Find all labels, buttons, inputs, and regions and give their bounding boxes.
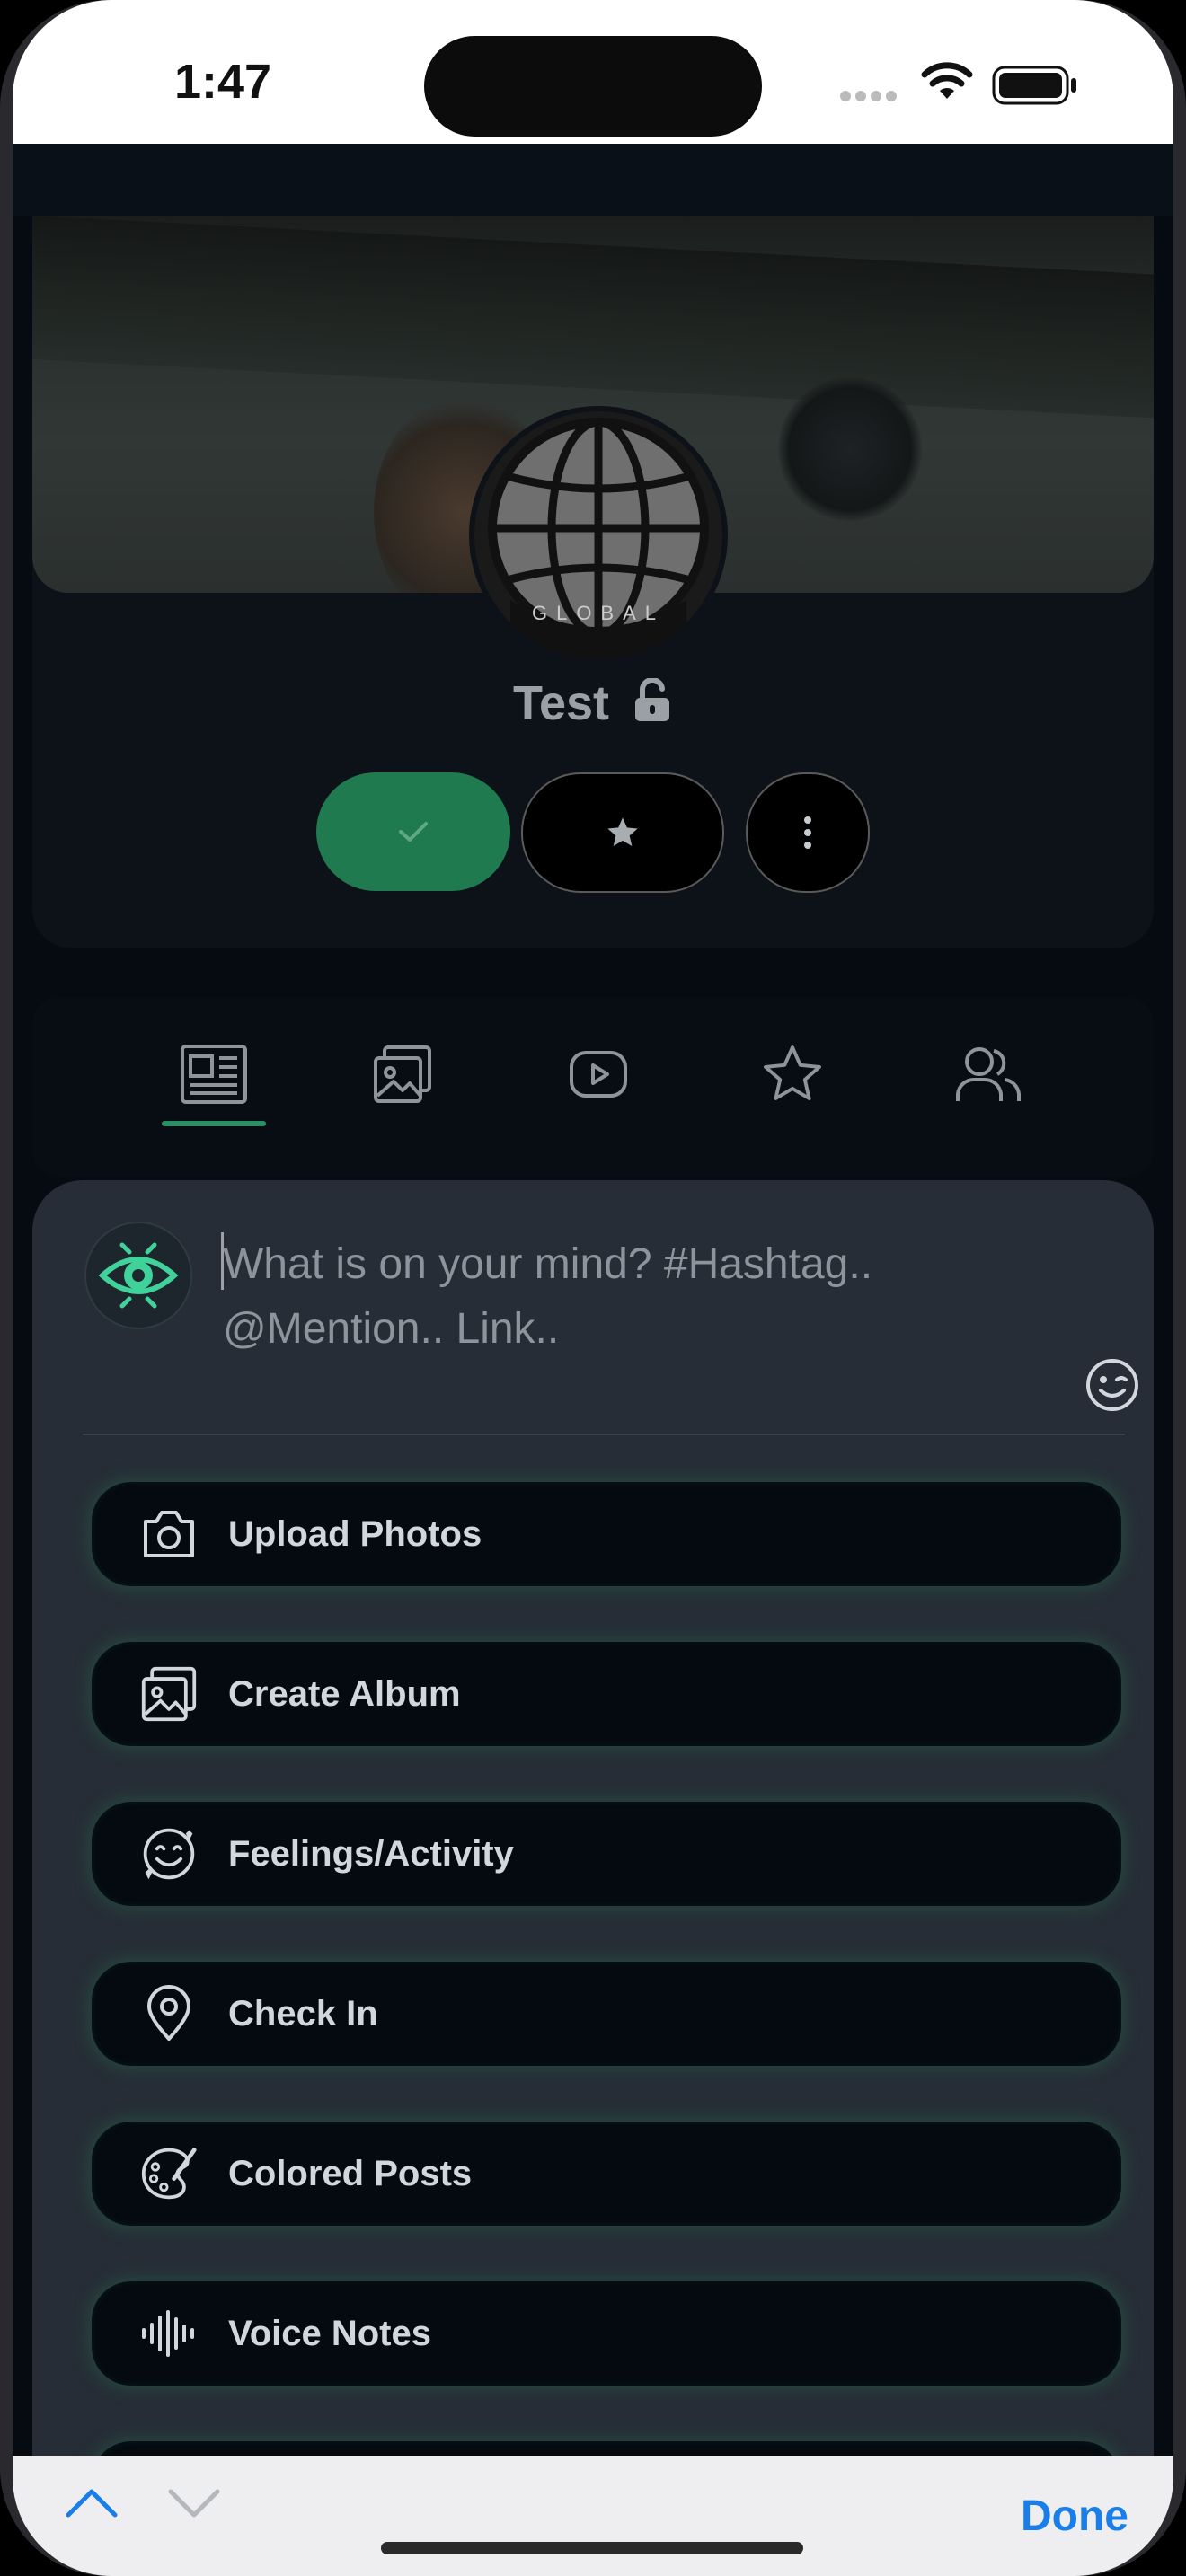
post-composer: What is on your mind? #Hashtag.. @Mentio… <box>32 1180 1154 2576</box>
composer-divider <box>83 1434 1125 1435</box>
tab-posts[interactable] <box>169 1029 259 1119</box>
colored-posts-label: Colored Posts <box>228 2154 473 2193</box>
more-vertical-icon <box>804 816 811 849</box>
home-indicator <box>381 2542 803 2554</box>
top-bar <box>13 144 1173 216</box>
feelings-activity-label: Feelings/Activity <box>228 1834 514 1874</box>
group-avatar[interactable]: GLOBAL <box>469 406 728 665</box>
tab-videos[interactable] <box>553 1029 643 1119</box>
create-album-label: Create Album <box>228 1674 461 1714</box>
signal-icon <box>840 91 897 101</box>
screen: 1:47 GLOBAL Test What is on your mind? #… <box>13 0 1173 2576</box>
device-frame: 1:47 GLOBAL Test What is on your mind? #… <box>0 0 1186 2576</box>
battery-icon <box>992 66 1076 105</box>
keyboard-toolbar: Done <box>13 2456 1173 2576</box>
wink-emoji-icon <box>1086 1359 1138 1411</box>
palette-icon <box>140 2145 198 2202</box>
status-time: 1:47 <box>174 55 272 109</box>
tab-members[interactable] <box>943 1029 1033 1119</box>
favorite-button[interactable] <box>521 772 724 893</box>
smile-icon <box>140 1825 198 1883</box>
post-input[interactable]: What is on your mind? #Hashtag.. @Mentio… <box>223 1232 1031 1362</box>
user-avatar[interactable] <box>84 1222 192 1329</box>
check-icon <box>399 822 428 842</box>
audio-wave-icon <box>140 2305 198 2362</box>
check-in-label: Check In <box>228 1994 378 2033</box>
chevron-down-icon[interactable] <box>165 2481 223 2524</box>
star-outline-icon <box>764 1045 821 1100</box>
star-icon <box>607 817 638 846</box>
voice-notes-button[interactable]: Voice Notes <box>92 2281 1121 2386</box>
voice-notes-label: Voice Notes <box>228 2314 431 2353</box>
active-tab-indicator <box>162 1121 266 1126</box>
check-in-button[interactable]: Check In <box>92 1962 1121 2066</box>
images-icon <box>374 1045 431 1103</box>
map-pin-icon <box>140 1985 198 2042</box>
eye-logo-icon <box>98 1242 179 1309</box>
group-name-text: Test <box>512 676 609 730</box>
video-icon <box>570 1051 627 1098</box>
chevron-up-icon[interactable] <box>63 2481 120 2524</box>
status-bar: 1:47 <box>13 0 1173 144</box>
joined-button[interactable] <box>316 772 510 891</box>
create-album-button[interactable]: Create Album <box>92 1642 1121 1746</box>
wifi-icon <box>921 62 973 99</box>
profile-tabs <box>32 997 1154 1177</box>
dynamic-island <box>424 36 762 137</box>
emoji-button[interactable] <box>1084 1356 1141 1414</box>
group-name: Test <box>13 675 1173 735</box>
newspaper-icon <box>181 1045 247 1104</box>
upload-photos-button[interactable]: Upload Photos <box>92 1482 1121 1586</box>
done-button[interactable]: Done <box>1021 2492 1128 2541</box>
images-icon <box>140 1665 198 1723</box>
avatar-logo-text: GLOBAL <box>531 602 666 624</box>
users-icon <box>956 1047 1021 1101</box>
tab-photos[interactable] <box>358 1029 447 1119</box>
camera-icon <box>140 1505 198 1563</box>
unlock-icon <box>632 677 673 735</box>
more-options-button[interactable] <box>746 772 870 893</box>
feelings-activity-button[interactable]: Feelings/Activity <box>92 1802 1121 1906</box>
tab-favorites[interactable] <box>748 1029 837 1119</box>
upload-photos-label: Upload Photos <box>228 1514 482 1554</box>
colored-posts-button[interactable]: Colored Posts <box>92 2122 1121 2226</box>
